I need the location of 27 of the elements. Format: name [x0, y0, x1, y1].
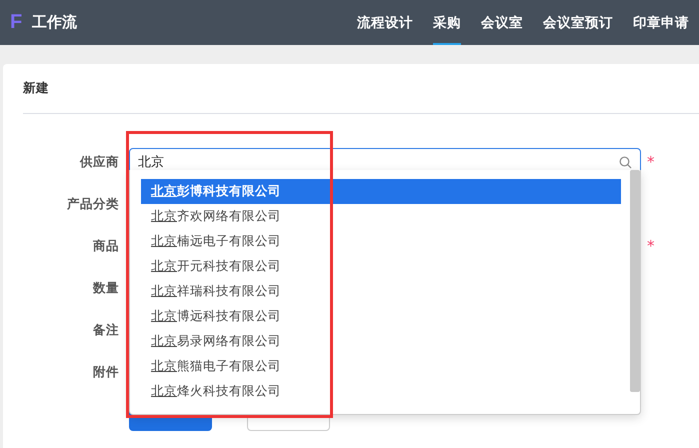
nav-tab[interactable]: 流程设计: [357, 0, 413, 45]
dropdown-option[interactable]: 北京烽火科技有限公司: [141, 379, 621, 404]
app-logo: F: [10, 11, 22, 34]
nav-tab[interactable]: 会议室: [481, 0, 523, 45]
card-title: 新建: [23, 64, 699, 114]
field-label: 备注: [92, 322, 119, 338]
dropdown-option[interactable]: 北京博远科技有限公司: [141, 304, 621, 329]
field-label: 供应商: [78, 154, 119, 170]
scrollbar[interactable]: [630, 170, 640, 392]
dropdown-option[interactable]: 北京祥瑞科技有限公司: [141, 279, 621, 304]
app-title: 工作流: [32, 13, 78, 32]
dropdown-option[interactable]: 北京楠远电子有限公司: [141, 229, 621, 254]
nav-tab[interactable]: 会议室预订: [543, 0, 613, 45]
dropdown-option[interactable]: 北京齐欢网络有限公司: [141, 204, 621, 229]
nav-tab[interactable]: 印章申请: [633, 0, 689, 45]
required-mark: *: [647, 237, 654, 255]
search-icon: [619, 156, 632, 168]
field-label: 附件: [92, 364, 119, 380]
dropdown-option[interactable]: 北京易录网络有限公司: [141, 329, 621, 354]
field-label: 产品分类: [66, 196, 119, 212]
required-mark: *: [647, 153, 654, 171]
dropdown-option[interactable]: 北京彭博科技有限公司: [141, 179, 621, 204]
dropdown-option[interactable]: 北京开元科技有限公司: [141, 254, 621, 279]
field-label: 商品: [92, 238, 119, 254]
dropdown-option[interactable]: 北京熊猫电子有限公司: [141, 354, 621, 379]
nav-tab[interactable]: 采购: [433, 0, 461, 45]
field-label: 数量: [92, 280, 119, 296]
